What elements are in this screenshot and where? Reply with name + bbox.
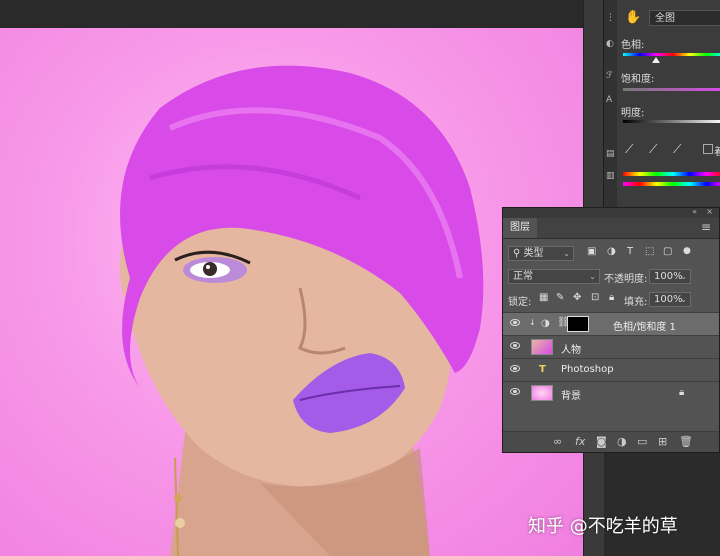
opacity-label: 不透明度: [604,274,648,285]
filter-kind-dropdown[interactable]: ⚲ 类型 ⌄ [508,246,574,261]
layer-row-background[interactable]: 背景 🔒︎ [503,381,719,404]
layers-icon[interactable]: ▤ [606,150,615,159]
visibility-eye-icon[interactable] [510,365,520,372]
layer-row-person[interactable]: 人物 [503,335,719,358]
blend-mode-dropdown[interactable]: 正常 ⌄ [508,269,600,284]
delete-layer-icon[interactable]: 🗑︎ [679,435,693,448]
hue-label: 色相: [621,40,645,51]
paragraph-icon[interactable]: A [606,96,615,105]
layer-row-hue-saturation[interactable]: ↓ ◑ ⛓︎ 色相/饱和度 1 [503,312,719,335]
layer-name: 背景 [561,391,581,402]
tab-layers[interactable]: 图层 [503,218,537,238]
lightness-slider-track[interactable] [623,120,720,123]
new-layer-icon[interactable]: ⊞ [658,435,667,448]
filter-pixel-icon[interactable]: ▣ [587,246,596,257]
clipping-arrow-icon: ↓ [529,318,536,327]
lock-label: 锁定: [508,297,532,308]
chevron-down-icon: ⌄ [563,249,570,258]
fill-field[interactable]: 100% ⌄ [649,292,691,307]
filter-row: ⚲ 类型 ⌄ ▣ ◑ T ⬚ ▢ ● [503,246,719,261]
document-canvas[interactable] [0,28,583,556]
layer-mask-thumbnail[interactable] [567,316,589,332]
chevron-down-icon: ⌄ [680,272,687,281]
adjustment-layer-icon: ◑ [541,318,550,329]
hue-slider-track[interactable] [623,53,720,56]
layers-panel: « × 图层 ≡ ⚲ 类型 ⌄ ▣ ◑ T ⬚ ▢ ● 正常 ⌄ 不透明度: 1… [502,207,720,453]
target-adjust-hand-icon[interactable]: ✋ [625,10,641,26]
add-mask-icon[interactable]: ◙ [596,435,607,448]
filter-shape-icon[interactable]: ⬚ [645,246,654,257]
layer-name: 色相/饱和度 1 [613,322,676,333]
filter-type-icon[interactable]: T [627,246,633,257]
colorize-label: 着 [714,147,720,158]
saturation-slider-track[interactable] [623,88,720,91]
new-group-icon[interactable]: ▭ [637,435,647,448]
close-icon[interactable]: × [706,207,713,216]
visibility-eye-icon[interactable] [510,388,520,395]
filter-toggle-icon[interactable]: ● [683,246,691,256]
fill-value: 100% [654,294,683,305]
opacity-field[interactable]: 100% ⌄ [649,269,691,284]
chevron-down-icon: ⌄ [680,295,687,304]
photo-artwork [119,65,484,556]
saturation-label: 饱和度: [621,74,655,85]
fill-label: 填充: [624,297,648,308]
panel-grip-icon: ⋮ [606,13,615,23]
layer-name: Photoshop [561,364,614,375]
glyph-icon[interactable]: ℱ [606,72,615,81]
blend-mode-value: 正常 [513,271,533,282]
layer-thumbnail [531,339,553,355]
layer-style-icon[interactable]: fx [575,435,585,448]
hue-slider-knob[interactable] [652,57,660,63]
adjust-icon[interactable]: ◐ [606,40,615,49]
visibility-eye-icon[interactable] [510,342,520,349]
lock-artboard-icon[interactable]: ⊡ [591,292,599,303]
lock-pixels-icon[interactable]: ✎ [556,292,564,303]
layers-bottom-toolbar: ∞ fx ◙ ◑ ▭ ⊞ 🗑︎ [503,431,719,452]
collapse-icon[interactable]: « [692,207,697,216]
layer-row-text[interactable]: T Photoshop [503,358,719,381]
watermark: 知乎 @不吃羊的草 [528,516,678,537]
lock-row: 锁定: ▦ ✎ ✥ ⊡ 🔒︎ 填充: 100% ⌄ [503,292,719,308]
lock-position-icon[interactable]: ✥ [573,292,581,303]
channels-icon[interactable]: ▥ [606,172,615,181]
blend-row: 正常 ⌄ 不透明度: 100% ⌄ [503,269,719,285]
input-color-bar [623,172,720,176]
lightness-label: 明度: [621,108,645,119]
colorize-checkbox[interactable] [703,144,713,154]
opacity-value: 100% [654,271,683,282]
eyedropper-add-icon[interactable]: ⟋ [649,142,657,157]
lock-icon: 🔒︎ [679,387,685,398]
output-color-bar [623,182,720,186]
mini-toolbar: ⋮ ◐ ℱ A ▤ ▥ [603,0,618,210]
preset-dropdown[interactable]: 全图 [649,10,720,26]
hue-saturation-properties: ✋ 全图 色相: 饱和度: 明度: ⟋ ⟋ ⟋ 着 [617,0,720,210]
panel-header: « × [503,207,719,218]
filter-adjustment-icon[interactable]: ◑ [607,246,616,257]
eyedropper-icon[interactable]: ⟋ [625,142,633,157]
panel-tab-bar: 图层 ≡ [503,218,719,239]
search-icon: ⚲ [513,248,521,259]
visibility-eye-icon[interactable] [510,319,520,326]
filter-smart-object-icon[interactable]: ▢ [663,246,672,257]
new-adjustment-icon[interactable]: ◑ [617,435,627,448]
chevron-down-icon: ⌄ [589,272,596,281]
layer-name: 人物 [561,345,581,356]
document-tab-bar [0,0,583,28]
text-layer-icon: T [539,364,546,375]
filter-kind-label: 类型 [523,248,544,259]
lock-transparency-icon[interactable]: ▦ [539,292,548,303]
eyedropper-subtract-icon[interactable]: ⟋ [673,142,681,157]
lock-all-icon[interactable]: 🔒︎ [609,292,614,303]
layer-thumbnail [531,385,553,401]
link-layers-icon[interactable]: ∞ [553,435,562,448]
panel-menu-icon[interactable]: ≡ [701,220,711,234]
